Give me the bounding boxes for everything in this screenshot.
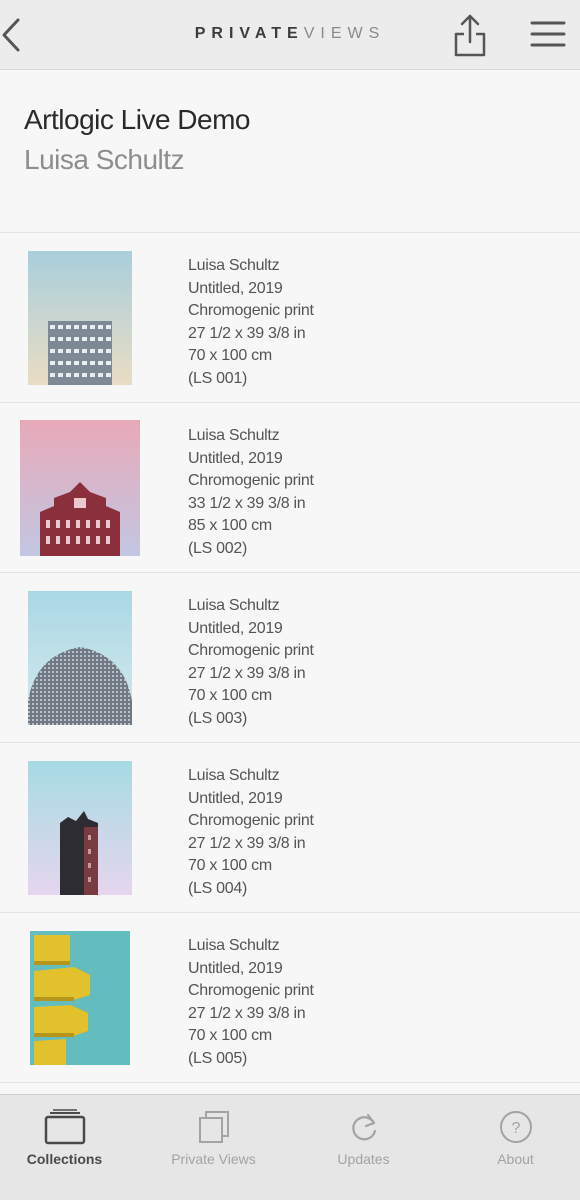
artwork-medium: Chromogenic print <box>188 302 314 320</box>
artwork-medium: Chromogenic print <box>188 642 314 660</box>
tab-private-views[interactable]: Private Views <box>141 1095 286 1200</box>
artwork-list: Luisa Schultz Untitled, 2019 Chromogenic… <box>0 232 580 1083</box>
artwork-artist: Luisa Schultz <box>188 427 280 444</box>
artwork-dimensions-cm: 70 x 100 cm <box>188 857 272 875</box>
artwork-title: Untitled, 2019 <box>188 959 283 977</box>
hamburger-icon <box>530 21 566 47</box>
artwork-info: Luisa Schultz Untitled, 2019 Chromogenic… <box>188 425 314 561</box>
artwork-row[interactable]: Luisa Schultz Untitled, 2019 Chromogenic… <box>0 403 580 573</box>
artwork-thumbnail <box>28 761 132 895</box>
artwork-row[interactable]: Luisa Schultz Untitled, 2019 Chromogenic… <box>0 233 580 403</box>
artwork-title: Untitled, 2019 <box>188 279 283 297</box>
artwork-reference: (LS 001) <box>188 369 247 387</box>
share-icon <box>454 14 486 57</box>
artwork-dimensions-cm: 70 x 100 cm <box>188 687 272 705</box>
help-icon: ? <box>498 1109 534 1150</box>
tab-bar: Collections Private Views Updates ? Abou… <box>0 1094 580 1200</box>
artwork-thumbnail <box>28 251 132 385</box>
artwork-thumbnail <box>20 420 140 556</box>
refresh-icon <box>346 1109 382 1150</box>
artwork-medium: Chromogenic print <box>188 472 314 490</box>
app-logo: PRIVATEVIEWS <box>0 25 580 43</box>
artwork-reference: (LS 005) <box>188 1049 247 1067</box>
artwork-row[interactable]: Luisa Schultz Untitled, 2019 Chromogenic… <box>0 573 580 743</box>
top-bar: PRIVATEVIEWS <box>0 0 580 70</box>
artwork-dimensions-in: 27 1/2 x 39 3/8 in <box>188 834 306 852</box>
private-views-icon <box>196 1109 232 1150</box>
artwork-thumbnail <box>30 931 130 1065</box>
tab-label: Private Views <box>171 1151 256 1167</box>
artwork-title: Untitled, 2019 <box>188 619 283 637</box>
tab-label: About <box>497 1151 534 1167</box>
page-title: Artlogic Live Demo <box>24 104 250 135</box>
page-subtitle: Luisa Schultz <box>24 144 185 175</box>
artwork-dimensions-cm: 70 x 100 cm <box>188 1027 272 1045</box>
artwork-medium: Chromogenic print <box>188 812 314 830</box>
artwork-dimensions-cm: 70 x 100 cm <box>188 347 272 365</box>
artwork-artist: Luisa Schultz <box>188 597 280 614</box>
artwork-artist: Luisa Schultz <box>188 257 280 274</box>
artwork-dimensions-cm: 85 x 100 cm <box>188 517 272 535</box>
tab-label: Updates <box>337 1151 390 1167</box>
app-logo-bold: PRIVATE <box>194 25 304 42</box>
tab-updates[interactable]: Updates <box>291 1095 436 1200</box>
artwork-artist: Luisa Schultz <box>188 937 280 954</box>
artwork-dimensions-in: 27 1/2 x 39 3/8 in <box>188 1004 306 1022</box>
artwork-reference: (LS 003) <box>188 709 247 727</box>
artwork-dimensions-in: 33 1/2 x 39 3/8 in <box>188 494 306 512</box>
artwork-dimensions-in: 27 1/2 x 39 3/8 in <box>188 324 306 342</box>
tab-label: Collections <box>26 1151 103 1167</box>
artwork-row[interactable]: Luisa Schultz Untitled, 2019 Chromogenic… <box>0 743 580 913</box>
artwork-row[interactable]: Luisa Schultz Untitled, 2019 Chromogenic… <box>0 913 580 1083</box>
menu-button[interactable] <box>530 18 566 52</box>
svg-text:?: ? <box>511 1120 520 1137</box>
artwork-title: Untitled, 2019 <box>188 449 283 467</box>
artwork-info: Luisa Schultz Untitled, 2019 Chromogenic… <box>188 255 314 391</box>
artwork-title: Untitled, 2019 <box>188 789 283 807</box>
page-header: Artlogic Live Demo Luisa Schultz <box>0 70 580 232</box>
collections-icon <box>43 1109 87 1150</box>
artwork-reference: (LS 002) <box>188 539 247 557</box>
artwork-info: Luisa Schultz Untitled, 2019 Chromogenic… <box>188 935 314 1071</box>
artwork-artist: Luisa Schultz <box>188 767 280 784</box>
artwork-reference: (LS 004) <box>188 879 247 897</box>
app-logo-light: VIEWS <box>303 25 386 42</box>
artwork-thumbnail <box>28 591 132 725</box>
artwork-medium: Chromogenic print <box>188 982 314 1000</box>
artwork-info: Luisa Schultz Untitled, 2019 Chromogenic… <box>188 765 314 901</box>
tab-about[interactable]: ? About <box>443 1095 580 1200</box>
artwork-dimensions-in: 27 1/2 x 39 3/8 in <box>188 664 306 682</box>
tab-collections[interactable]: Collections <box>0 1095 137 1200</box>
artwork-info: Luisa Schultz Untitled, 2019 Chromogenic… <box>188 595 314 731</box>
share-button[interactable] <box>452 12 488 58</box>
